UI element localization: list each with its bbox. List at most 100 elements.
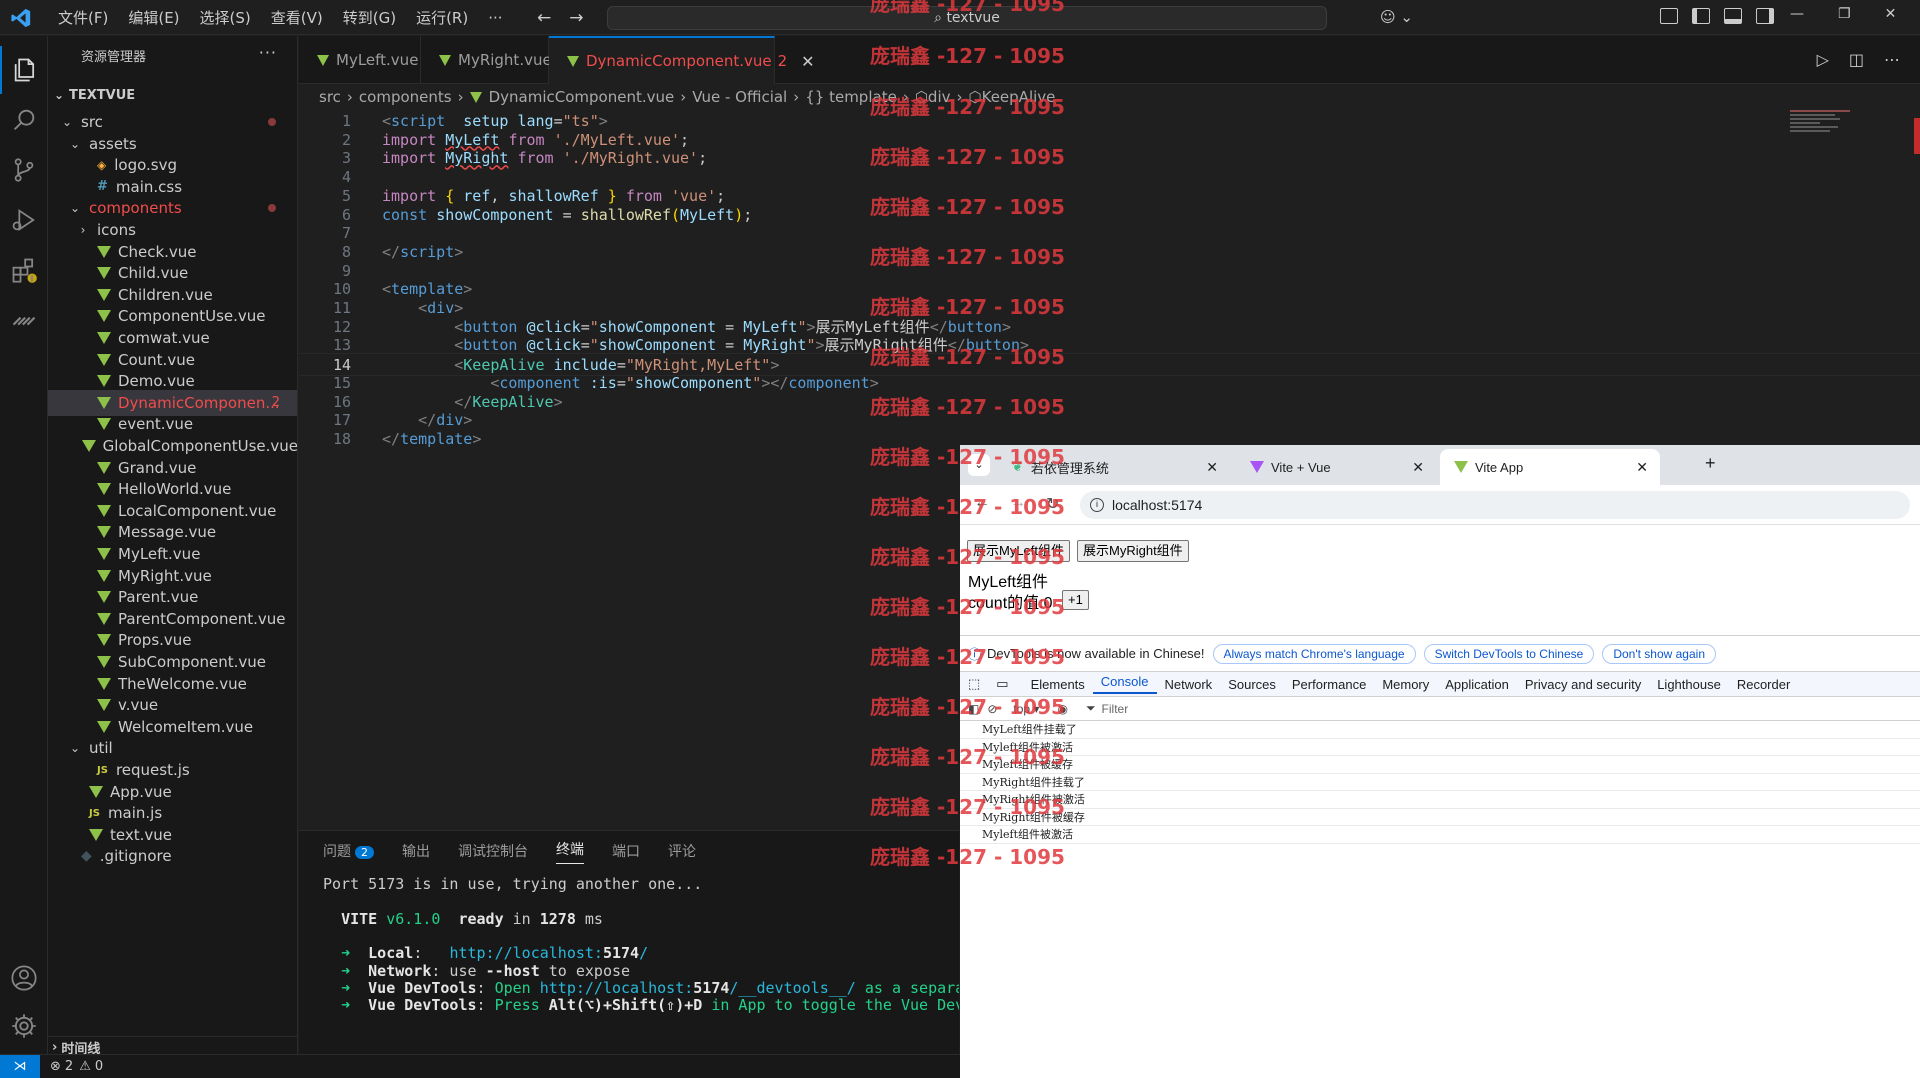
menu-item[interactable]: ··· xyxy=(478,9,512,27)
tab-search-chevron-icon[interactable]: ⌄ xyxy=(968,454,990,476)
restore-icon[interactable]: ❐ xyxy=(1838,6,1851,22)
forward-arrow-icon[interactable]: → xyxy=(569,8,583,28)
address-bar[interactable]: localhost:5174 xyxy=(1080,491,1910,519)
devtools-tab[interactable]: Privacy and security xyxy=(1517,677,1649,692)
close-tab-icon[interactable]: ✕ xyxy=(1636,459,1648,476)
browser-tab-ruoyi[interactable]: ❦ 若依管理系统 ✕ xyxy=(998,449,1230,485)
more-actions-icon[interactable]: ··· xyxy=(259,43,277,62)
tab-myleft[interactable]: MyLeft.vue xyxy=(299,36,421,84)
menu-item[interactable]: 编辑(E) xyxy=(118,7,189,28)
svg-file-icon: ◈ xyxy=(97,158,107,173)
back-arrow-icon[interactable]: ← xyxy=(974,494,990,514)
accounts-icon[interactable] xyxy=(0,954,48,1002)
devtools-tab[interactable]: Lighthouse xyxy=(1649,677,1729,692)
toggle-secondary-sidebar-icon[interactable] xyxy=(1756,8,1774,24)
breadcrumb-item[interactable]: {} template xyxy=(805,88,897,106)
menu-item[interactable]: 运行(R) xyxy=(406,7,478,28)
sidebar-toggle-icon[interactable]: ◧ xyxy=(968,702,979,716)
panel-tab[interactable]: 调试控制台 xyxy=(458,841,528,861)
remote-indicator-icon[interactable]: ⋊ xyxy=(0,1054,40,1078)
run-icon[interactable]: ▷ xyxy=(1817,50,1829,69)
panel-tab[interactable]: 评论 xyxy=(668,841,696,861)
tree-item[interactable]: ◆ .gitignore xyxy=(48,843,297,869)
live-expression-icon[interactable]: ◉ xyxy=(1057,702,1067,716)
back-arrow-icon[interactable]: ← xyxy=(537,8,551,28)
browser-tab-vite-app[interactable]: Vite App ✕ xyxy=(1440,449,1660,485)
extensions-icon[interactable]: ! xyxy=(0,246,48,294)
source-control-icon[interactable] xyxy=(0,146,48,194)
devtools-tab[interactable]: Performance xyxy=(1284,677,1374,692)
breadcrumb-item[interactable]: src xyxy=(319,88,341,106)
show-myright-button[interactable]: 展示MyRight组件 xyxy=(1077,540,1189,562)
devtools-tab[interactable]: Elements xyxy=(1023,677,1093,692)
breadcrumb-item[interactable]: Vue - Official xyxy=(692,88,787,106)
close-window-icon[interactable]: ✕ xyxy=(1885,6,1897,22)
panel-tab[interactable]: 端口 xyxy=(612,841,640,861)
errors-icon[interactable]: ⊗ xyxy=(50,1059,61,1074)
tree-item-label: main.css xyxy=(115,177,183,196)
workspace-root[interactable]: ⌄ TEXTVUE xyxy=(48,82,297,108)
filter-input[interactable]: Filter xyxy=(1102,702,1129,716)
site-info-icon[interactable]: i xyxy=(1090,498,1104,512)
tab-dynamic-component[interactable]: DynamicComponent.vue 2 ✕ xyxy=(549,36,815,84)
close-tab-icon[interactable]: ✕ xyxy=(1206,459,1218,476)
close-tab-icon[interactable]: ✕ xyxy=(1412,459,1424,476)
code-token: < xyxy=(418,299,428,317)
split-editor-icon[interactable]: ◫ xyxy=(1849,50,1864,69)
panel-tab[interactable]: 问题 2 xyxy=(323,841,374,861)
remote-explorer-icon[interactable] xyxy=(0,296,48,344)
clear-console-icon[interactable]: ⊘ xyxy=(987,702,997,716)
context-selector[interactable]: top ▾ xyxy=(1013,702,1039,716)
settings-gear-icon[interactable] xyxy=(0,1002,48,1050)
inspect-element-icon[interactable]: ⬚ xyxy=(960,676,988,692)
run-debug-icon[interactable] xyxy=(0,196,48,244)
switch-chinese-button[interactable]: Switch DevTools to Chinese xyxy=(1423,643,1595,664)
search-icon[interactable] xyxy=(0,96,48,144)
editor-scrollbar[interactable] xyxy=(1914,118,1920,154)
devtools-tab[interactable]: Sources xyxy=(1220,677,1284,692)
status-bar: ⋊ ⊗ 2 ⚠ 0 xyxy=(0,1054,960,1078)
show-myleft-button[interactable]: 展示MyLeft组件 xyxy=(967,540,1071,562)
toggle-primary-sidebar-icon[interactable] xyxy=(1692,8,1710,24)
timeline-section[interactable]: › 时间线 xyxy=(48,1036,297,1054)
device-toolbar-icon[interactable]: ▭ xyxy=(988,676,1016,692)
increment-button[interactable]: +1 xyxy=(1062,590,1089,610)
more-actions-icon[interactable]: ⋯ xyxy=(1884,50,1900,69)
copilot-icon[interactable]: ☺ ⌄ xyxy=(1380,8,1413,26)
reload-icon[interactable]: ↻ xyxy=(1046,494,1059,514)
console-log-row: MyRight组件被激活 xyxy=(960,791,1920,809)
close-tab-icon[interactable]: ✕ xyxy=(801,52,814,71)
command-center-search[interactable]: ⌕ textvue xyxy=(607,6,1327,30)
dont-show-again-button[interactable]: Don't show again xyxy=(1602,643,1716,664)
devtools-tab[interactable]: Network xyxy=(1157,677,1221,692)
match-language-button[interactable]: Always match Chrome's language xyxy=(1212,643,1416,664)
minimize-icon[interactable]: — xyxy=(1790,6,1804,22)
menu-item[interactable]: 查看(V) xyxy=(261,7,333,28)
new-tab-icon[interactable]: + xyxy=(1705,453,1716,474)
toggle-panel-icon[interactable] xyxy=(1724,8,1742,24)
code-token: { xyxy=(445,186,455,205)
warnings-icon[interactable]: ⚠ xyxy=(79,1059,91,1074)
devtools-tab[interactable]: Memory xyxy=(1374,677,1437,692)
browser-tab-vite-vue[interactable]: Vite + Vue ✕ xyxy=(1236,449,1436,485)
tab-myright[interactable]: MyRight.vue xyxy=(421,36,552,84)
breadcrumb-item[interactable]: div xyxy=(928,88,951,106)
code-token: ; xyxy=(698,149,708,168)
devtools-tab[interactable]: Application xyxy=(1437,677,1517,692)
menu-item[interactable]: 文件(F) xyxy=(48,7,118,28)
panel-tab[interactable]: 输出 xyxy=(402,841,430,861)
devtools-tab[interactable]: Recorder xyxy=(1729,677,1798,692)
breadcrumb-item[interactable]: KeepAlive xyxy=(982,88,1056,106)
code-token: showComponent xyxy=(634,373,753,392)
menu-item[interactable]: 选择(S) xyxy=(190,7,261,28)
breadcrumb-item[interactable]: DynamicComponent.vue xyxy=(489,88,675,106)
customize-layout-icon[interactable] xyxy=(1660,8,1678,24)
menu-item[interactable]: 转到(G) xyxy=(333,7,406,28)
code-token: > xyxy=(806,317,816,336)
forward-arrow-icon[interactable]: → xyxy=(1010,494,1026,514)
devtools-tab[interactable]: Console xyxy=(1092,674,1157,694)
breadcrumb-item[interactable]: components xyxy=(359,88,452,106)
explorer-icon[interactable] xyxy=(0,46,48,94)
panel-tab[interactable]: 终端 xyxy=(556,839,584,864)
minimap[interactable] xyxy=(1790,110,1900,150)
